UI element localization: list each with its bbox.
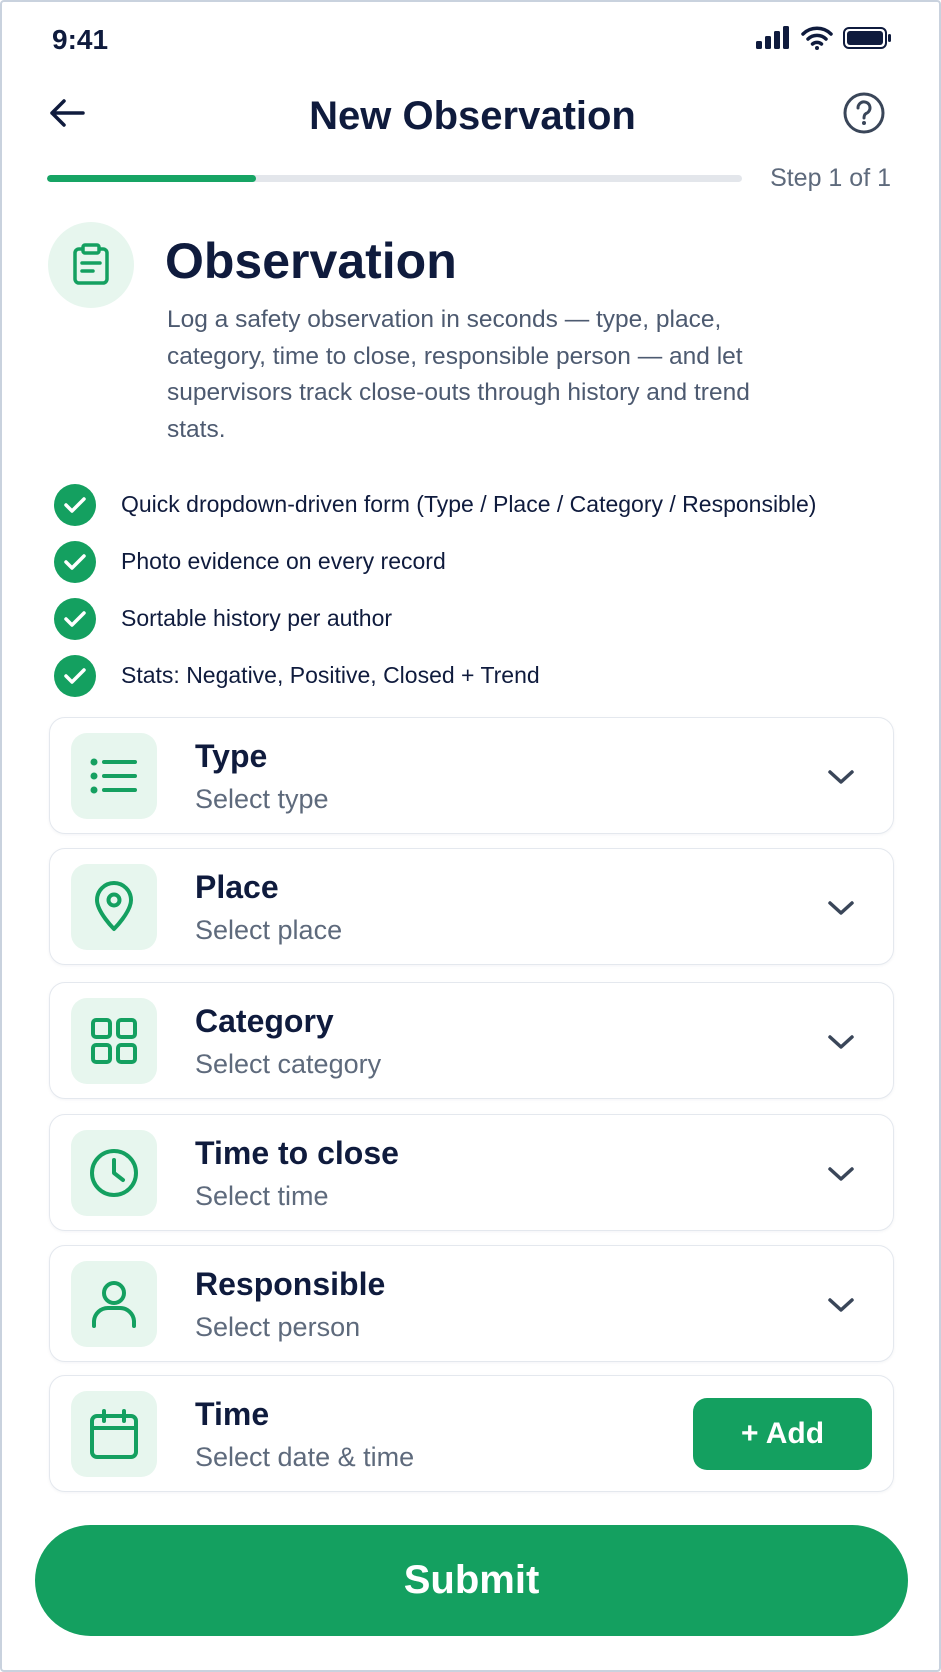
chevron-down-icon [825,1289,857,1321]
battery-icon [843,27,891,49]
list-icon-badge [71,733,157,819]
field-placeholder: Select time [195,1181,329,1211]
field-label: Time [195,1396,270,1432]
field-label: Place [195,869,279,905]
field-placeholder: Select date & time [195,1442,415,1472]
progress-bar [47,175,742,182]
wifi-icon [801,26,833,50]
field-label: Category [195,1003,334,1039]
feature-item: Sortable history per author [54,590,816,647]
chevron-down-icon [825,761,857,793]
map-pin-icon-badge [71,864,157,950]
help-icon [843,92,885,134]
time-to-close-select[interactable]: Time to close Select time [49,1114,894,1231]
submit-button[interactable]: Submit [35,1525,908,1636]
chevron-down-icon [825,1026,857,1058]
field-label: Time to close [195,1135,399,1171]
map-pin-icon [95,881,133,931]
clipboard-icon-badge [48,222,134,308]
signal-icon [756,26,789,49]
feature-text: Sortable history per author [121,605,393,631]
check-icon [54,483,96,526]
feature-item: Quick dropdown-driven form (Type / Place… [54,476,816,533]
progress-fill [47,175,256,182]
feature-item: Photo evidence on every record [54,533,816,590]
check-icon [54,654,96,697]
clock-icon [90,1149,138,1197]
category-select[interactable]: Category Select category [49,982,894,1099]
status-icons [755,26,893,50]
grid-icon [91,1018,137,1064]
intro-description: Log a safety observation in seconds — ty… [167,306,750,443]
app-frame: 9:41 New Observation Step 1 of 1 Observa… [0,0,941,1672]
feature-list: Quick dropdown-driven form (Type / Place… [54,476,816,704]
field-placeholder: Select type [195,784,329,814]
status-time: 9:41 [52,24,109,55]
step-label: Step 1 of 1 [770,164,891,192]
feature-text: Quick dropdown-driven form (Type / Place… [121,491,817,517]
feature-text: Photo evidence on every record [121,548,446,574]
check-icon [54,597,96,640]
grid-icon-badge [71,998,157,1084]
field-placeholder: Select place [195,915,343,945]
list-icon [90,758,137,794]
page-title: New Observation [309,94,636,138]
help-button[interactable] [839,88,889,138]
check-icon [54,540,96,583]
field-placeholder: Select category [195,1049,382,1079]
chevron-down-icon [825,892,857,924]
place-select[interactable]: Place Select place [49,848,894,965]
intro-title: Observation [165,233,457,289]
chevron-down-icon [825,1158,857,1190]
calendar-icon [90,1409,138,1459]
type-select[interactable]: Type Select type [49,717,894,834]
field-placeholder: Select person [195,1312,361,1342]
person-icon [92,1281,136,1328]
feature-text: Stats: Negative, Positive, Closed + Tren… [121,662,540,688]
add-time-button[interactable]: + Add [693,1398,872,1470]
field-label: Responsible [195,1266,386,1302]
clipboard-icon [73,243,109,285]
person-icon-badge [71,1261,157,1347]
clock-icon-badge [71,1130,157,1216]
time-field[interactable]: Time Select date & time + Add [49,1375,894,1492]
calendar-icon-badge [71,1391,157,1477]
responsible-select[interactable]: Responsible Select person [49,1245,894,1362]
field-label: Type [195,738,268,774]
feature-item: Stats: Negative, Positive, Closed + Tren… [54,647,816,704]
